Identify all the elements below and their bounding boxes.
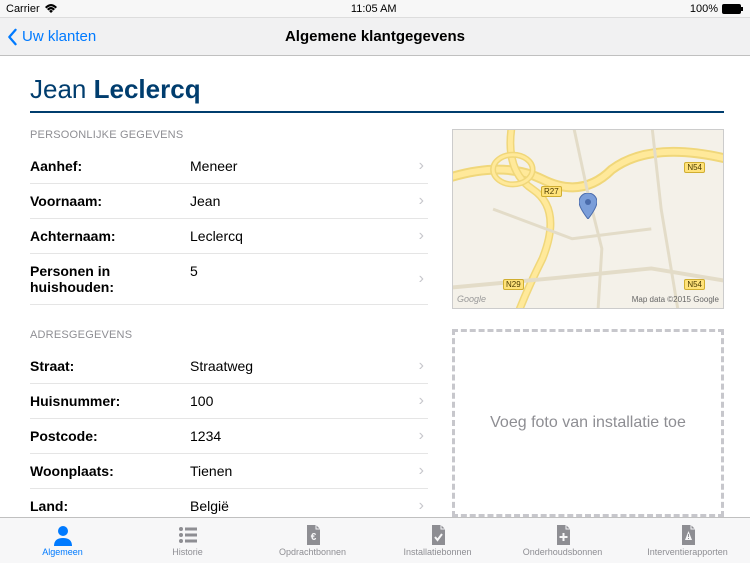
status-right: 100% [690, 3, 744, 15]
row-aanhef[interactable]: Aanhef: Meneer › [30, 149, 428, 184]
row-label: Voornaam: [30, 193, 190, 209]
wifi-icon [44, 4, 58, 14]
map-road-n54: N54 [684, 162, 705, 173]
row-value: Meneer [190, 158, 428, 174]
chevron-right-icon: › [419, 357, 424, 375]
row-label: Huisnummer: [30, 393, 190, 409]
chevron-right-icon: › [419, 157, 424, 175]
carrier-label: Carrier [6, 3, 40, 15]
row-personen[interactable]: Personen in huishouden: 5 › [30, 254, 428, 305]
customer-name-heading: Jean Leclercq [30, 74, 724, 113]
map-pin-icon [579, 193, 597, 219]
chevron-right-icon: › [419, 227, 424, 245]
row-value: 100 [190, 393, 428, 409]
row-label: Personen in huishouden: [30, 263, 190, 295]
add-photo-label: Voeg foto van installatie toe [490, 414, 686, 432]
tab-installatiebonnen[interactable]: Installatiebonnen [375, 518, 500, 563]
row-woonplaats[interactable]: Woonplaats: Tienen › [30, 454, 428, 489]
content-area: Jean Leclercq PERSOONLIJKE GEGEVENS Aanh… [0, 56, 750, 524]
person-icon [51, 524, 75, 546]
address-section-header: ADRESGEGEVENS [30, 329, 428, 341]
map-graphic [453, 130, 723, 308]
media-column: N54 R27 N29 N54 Google Map data ©2015 Go… [452, 129, 724, 524]
row-value: Leclercq [190, 228, 428, 244]
row-huisnummer[interactable]: Huisnummer: 100 › [30, 384, 428, 419]
row-label: Straat: [30, 358, 190, 374]
tab-onderhoudsbonnen[interactable]: Onderhoudsbonnen [500, 518, 625, 563]
row-value: Jean [190, 193, 428, 209]
customer-map[interactable]: N54 R27 N29 N54 Google Map data ©2015 Go… [452, 129, 724, 309]
chevron-right-icon: › [419, 192, 424, 210]
chevron-right-icon: › [419, 392, 424, 410]
chevron-left-icon [6, 28, 18, 46]
row-label: Postcode: [30, 428, 190, 444]
add-photo-placeholder[interactable]: Voeg foto van installatie toe [452, 329, 724, 517]
chevron-right-icon: › [419, 270, 424, 288]
back-label: Uw klanten [22, 28, 96, 45]
personal-section-header: PERSOONLIJKE GEGEVENS [30, 129, 428, 141]
tab-algemeen[interactable]: Algemeen [0, 518, 125, 563]
row-value: Straatweg [190, 358, 428, 374]
row-achternaam[interactable]: Achternaam: Leclercq › [30, 219, 428, 254]
svg-text:€: € [310, 532, 316, 543]
chevron-right-icon: › [419, 462, 424, 480]
tab-label: Opdrachtbonnen [279, 547, 346, 557]
tab-historie[interactable]: Historie [125, 518, 250, 563]
nav-bar: Uw klanten Algemene klantgegevens [0, 18, 750, 56]
tab-interventierapporten[interactable]: Interventierapporten [625, 518, 750, 563]
status-time: 11:05 AM [351, 3, 397, 15]
tab-label: Historie [172, 547, 203, 557]
row-label: Aanhef: [30, 158, 190, 174]
row-value: België [190, 498, 428, 514]
document-check-icon [426, 524, 450, 546]
tab-label: Interventierapporten [647, 547, 728, 557]
map-attribution: Map data ©2015 Google [632, 295, 719, 304]
customer-first: Jean [30, 74, 86, 104]
customer-last: Leclercq [94, 74, 201, 104]
tab-label: Onderhoudsbonnen [523, 547, 603, 557]
map-road-r27: R27 [541, 186, 562, 197]
list-icon [176, 524, 200, 546]
row-value: Tienen [190, 463, 428, 479]
row-label: Achternaam: [30, 228, 190, 244]
map-road-n29: N29 [503, 279, 524, 290]
row-voornaam[interactable]: Voornaam: Jean › [30, 184, 428, 219]
row-label: Woonplaats: [30, 463, 190, 479]
status-bar: Carrier 11:05 AM 100% [0, 0, 750, 18]
tab-bar: Algemeen Historie € Opdrachtbonnen Insta… [0, 517, 750, 563]
status-left: Carrier [6, 3, 58, 15]
chevron-right-icon: › [419, 427, 424, 445]
map-logo: Google [457, 294, 486, 304]
chevron-right-icon: › [419, 497, 424, 515]
row-value: 5 [190, 263, 428, 279]
row-value: 1234 [190, 428, 428, 444]
document-euro-icon: € [301, 524, 325, 546]
back-button[interactable]: Uw klanten [0, 28, 96, 46]
tab-label: Algemeen [42, 547, 83, 557]
document-alert-icon [676, 524, 700, 546]
document-plus-icon [551, 524, 575, 546]
page-title: Algemene klantgegevens [285, 28, 465, 45]
tab-opdrachtbonnen[interactable]: € Opdrachtbonnen [250, 518, 375, 563]
battery-label: 100% [690, 3, 718, 15]
map-road-n54b: N54 [684, 279, 705, 290]
row-label: Land: [30, 498, 190, 514]
details-column: PERSOONLIJKE GEGEVENS Aanhef: Meneer › V… [30, 129, 428, 524]
row-straat[interactable]: Straat: Straatweg › [30, 349, 428, 384]
row-postcode[interactable]: Postcode: 1234 › [30, 419, 428, 454]
battery-icon [722, 4, 744, 14]
tab-label: Installatiebonnen [403, 547, 471, 557]
